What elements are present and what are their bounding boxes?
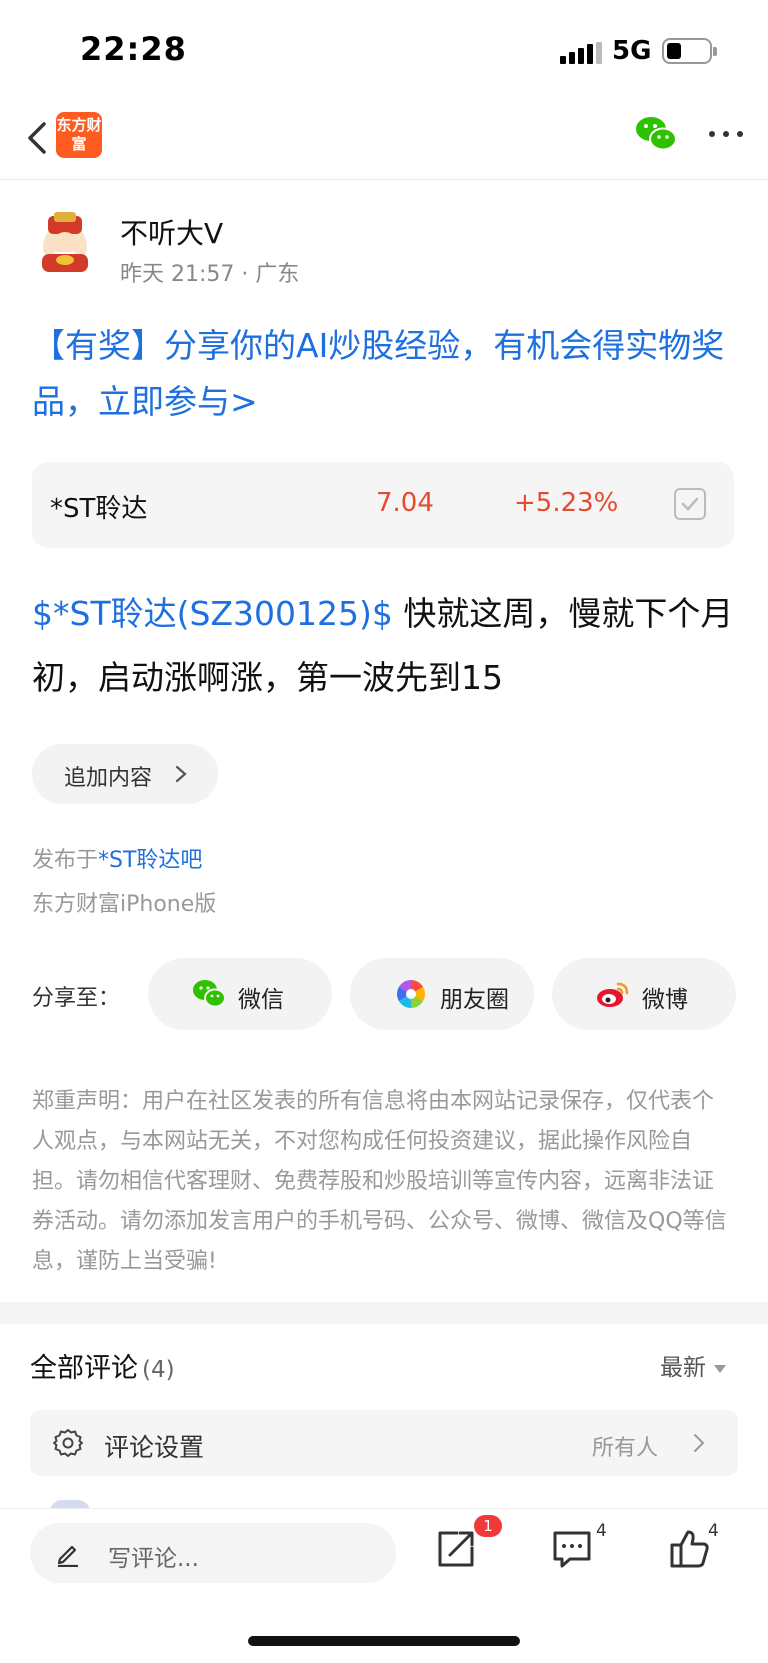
share-weibo-button[interactable]: 微博 xyxy=(552,958,736,1030)
weibo-icon xyxy=(597,982,629,1007)
wechat-icon xyxy=(193,980,226,1008)
battery-icon xyxy=(662,38,717,64)
back-icon[interactable] xyxy=(18,116,58,160)
comment-icon[interactable] xyxy=(550,1527,594,1571)
share-label: 分享至： xyxy=(32,986,121,1011)
moments-icon xyxy=(397,980,425,1008)
stock-name: *ST聆达 xyxy=(50,494,148,524)
network-type: 5G xyxy=(612,36,652,66)
sort-label: 最新 xyxy=(660,1355,706,1381)
comments-title-label: 全部评论 xyxy=(30,1353,138,1384)
caret-down-icon xyxy=(714,1364,726,1373)
comments-title: 全部评论 (4) xyxy=(30,1346,175,1385)
share-icon[interactable] xyxy=(434,1527,478,1571)
chevron-right-icon xyxy=(175,765,187,783)
share-wechat-label: 微信 xyxy=(238,987,284,1013)
comments-count: (4) xyxy=(142,1357,175,1383)
author-name[interactable]: 不听大V xyxy=(120,212,223,252)
append-content-label: 追加内容 xyxy=(64,766,153,791)
gear-icon xyxy=(53,1429,83,1457)
wechat-icon[interactable] xyxy=(634,114,678,154)
forum-link[interactable]: *ST聆达吧 xyxy=(98,848,202,873)
status-time: 22:28 xyxy=(80,30,187,68)
comment-count: 4 xyxy=(596,1521,607,1541)
published-in: 发布于*ST聆达吧 xyxy=(32,842,202,874)
client-info: 东方财富iPhone版 xyxy=(32,892,217,917)
stock-card[interactable]: *ST聆达 7.04 +5.23% xyxy=(32,462,734,548)
stock-tag-link[interactable]: $*ST聆达(SZ300125)$ xyxy=(32,594,393,633)
share-moments-button[interactable]: 朋友圈 xyxy=(350,958,534,1030)
disclaimer: 郑重声明：用户在社区发表的所有信息将由本网站记录保存，仅代表个人观点，与本网站无… xyxy=(32,1089,727,1274)
comment-settings-label: 评论设置 xyxy=(104,1433,205,1462)
share-moments-label: 朋友圈 xyxy=(440,987,509,1013)
stock-change: +5.23% xyxy=(514,488,619,518)
post-body: $*ST聆达(SZ300125)$ 快就这周，慢就下个月初，启动涨啊涨，第一波先… xyxy=(32,582,738,710)
chevron-right-icon xyxy=(694,1434,705,1452)
stock-price: 7.04 xyxy=(376,488,434,518)
share-weibo-label: 微博 xyxy=(642,987,688,1013)
comment-placeholder: 写评论... xyxy=(108,1546,199,1572)
home-indicator xyxy=(248,1636,520,1646)
share-wechat-button[interactable]: 微信 xyxy=(148,958,332,1030)
more-icon[interactable] xyxy=(706,122,746,146)
share-badge: 1 xyxy=(474,1515,502,1537)
append-content-button[interactable]: 追加内容 xyxy=(32,744,218,804)
comment-settings-row[interactable]: 评论设置 所有人 xyxy=(30,1410,738,1476)
post-meta: 昨天 21:57 · 广东 xyxy=(120,262,300,287)
status-bar: 22:28 5G xyxy=(0,0,768,100)
nav-bar: 东方财富 xyxy=(0,100,768,180)
sort-dropdown[interactable]: 最新 xyxy=(660,1348,726,1382)
check-icon xyxy=(681,497,699,511)
author-header: 不听大V 昨天 21:57 · 广东 xyxy=(32,210,732,290)
signal-icon xyxy=(560,42,602,64)
section-divider xyxy=(0,1302,768,1324)
promo-link[interactable]: 【有奖】分享你的AI炒股经验，有机会得实物奖品，立即参与> xyxy=(32,318,732,430)
comment-settings-value: 所有人 xyxy=(592,1436,659,1461)
comment-input[interactable]: 写评论... xyxy=(30,1523,396,1583)
add-watchlist-checkbox[interactable] xyxy=(674,488,706,520)
pen-icon xyxy=(57,1545,78,1567)
published-prefix: 发布于 xyxy=(32,848,99,873)
avatar[interactable] xyxy=(32,210,98,276)
thumbs-up-icon[interactable] xyxy=(668,1527,712,1571)
app-logo: 东方财富 xyxy=(56,112,102,158)
like-count: 4 xyxy=(708,1521,719,1541)
